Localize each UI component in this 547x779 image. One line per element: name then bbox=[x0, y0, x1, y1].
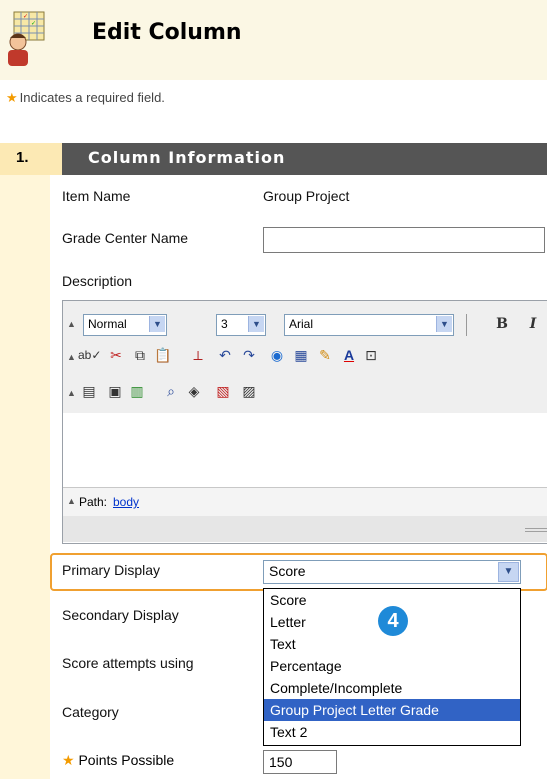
size-select[interactable]: 3 ▼ bbox=[216, 314, 266, 336]
step-callout-badge: 4 bbox=[378, 606, 408, 636]
toolbar-collapse-icon[interactable]: ▲ bbox=[67, 352, 76, 362]
path-label: Path: bbox=[79, 495, 108, 509]
text-color-icon[interactable]: A bbox=[340, 346, 358, 364]
highlight-pen-icon[interactable]: ✎ bbox=[316, 346, 334, 364]
dropdown-option[interactable]: Complete/Incomplete bbox=[264, 677, 520, 699]
gradebook-icon: ✓ ✓ bbox=[8, 11, 45, 66]
points-possible-value: 150 bbox=[269, 754, 293, 770]
equation-icon[interactable]: ▨ bbox=[240, 382, 258, 400]
font-select[interactable]: Arial ▼ bbox=[284, 314, 454, 336]
primary-display-label: Primary Display bbox=[62, 562, 161, 578]
section-number: 1. bbox=[0, 143, 62, 175]
svg-text:✓: ✓ bbox=[23, 14, 28, 20]
insert-image-icon[interactable]: ▣ bbox=[106, 382, 124, 400]
redo-icon[interactable]: ↷ bbox=[240, 346, 258, 364]
required-star-icon: ★ bbox=[62, 752, 75, 768]
size-select-value: 3 bbox=[221, 317, 228, 331]
pdf-icon[interactable]: ▧ bbox=[214, 382, 232, 400]
insert-file-icon[interactable]: ▤ bbox=[80, 382, 98, 400]
item-name-value: Group Project bbox=[263, 188, 350, 204]
font-select-value: Arial bbox=[289, 317, 314, 331]
dropdown-option[interactable]: Text bbox=[264, 633, 520, 655]
toolbar-collapse-icon[interactable]: ▲ bbox=[67, 319, 76, 329]
primary-display-select[interactable]: Score ▼ bbox=[263, 560, 521, 584]
points-possible-label-row: ★ Points Possible bbox=[62, 752, 174, 769]
table-icon[interactable]: ▦ bbox=[292, 346, 310, 364]
toolbar-divider bbox=[466, 314, 467, 336]
editor-path-bar: ▲ Path: body bbox=[63, 487, 547, 517]
section-title: Column Information bbox=[88, 148, 286, 167]
grade-center-name-label: Grade Center Name bbox=[62, 230, 189, 246]
insert-media-icon[interactable]: ▥ bbox=[128, 382, 146, 400]
section-number-label: 1. bbox=[16, 149, 29, 166]
points-possible-label: Points Possible bbox=[78, 752, 175, 768]
item-name-label: Item Name bbox=[62, 188, 131, 204]
score-attempts-label: Score attempts using bbox=[62, 655, 194, 671]
copy-icon[interactable]: ⧉ bbox=[131, 346, 149, 364]
dropdown-option-selected[interactable]: Group Project Letter Grade bbox=[264, 699, 520, 721]
chevron-down-icon: ▼ bbox=[149, 316, 165, 332]
section-header: Column Information bbox=[62, 143, 547, 175]
format-select-value: Normal bbox=[88, 317, 127, 331]
chevron-down-icon: ▼ bbox=[248, 316, 264, 332]
cut-icon[interactable]: ✂ bbox=[107, 346, 125, 364]
svg-text:✓: ✓ bbox=[31, 21, 36, 27]
page-title: Edit Column bbox=[92, 20, 242, 45]
page-header bbox=[0, 0, 547, 80]
preview-icon[interactable]: ⌕ bbox=[162, 382, 180, 400]
description-label: Description bbox=[62, 273, 133, 289]
required-note: ★ Indicates a required field. bbox=[6, 90, 165, 106]
points-possible-input[interactable]: 150 bbox=[263, 750, 337, 774]
path-link[interactable]: body bbox=[113, 495, 139, 509]
required-star-icon: ★ bbox=[6, 90, 18, 105]
editor-resize-bar[interactable] bbox=[63, 516, 547, 542]
chevron-down-icon: ▼ bbox=[436, 316, 452, 332]
section-gutter bbox=[0, 175, 50, 779]
mashup-icon[interactable]: ◈ bbox=[185, 382, 203, 400]
chevron-down-icon[interactable]: ▼ bbox=[498, 562, 519, 582]
special-character-icon[interactable]: ⊡ bbox=[362, 346, 380, 364]
grade-center-name-input[interactable] bbox=[263, 227, 545, 253]
bold-button[interactable]: B bbox=[493, 315, 511, 333]
paste-icon[interactable]: 📋 bbox=[154, 346, 172, 364]
undo-icon[interactable]: ↶ bbox=[216, 346, 234, 364]
link-globe-icon[interactable]: ◉ bbox=[268, 346, 286, 364]
italic-button[interactable]: I bbox=[524, 315, 542, 333]
secondary-display-label: Secondary Display bbox=[62, 607, 179, 623]
dropdown-option[interactable]: Text 2 bbox=[264, 721, 520, 743]
category-label: Category bbox=[62, 704, 119, 720]
dropdown-option[interactable]: Percentage bbox=[264, 655, 520, 677]
format-select[interactable]: Normal ▼ bbox=[83, 314, 167, 336]
remove-link-icon[interactable]: ⟂ bbox=[189, 346, 207, 364]
required-note-text: Indicates a required field. bbox=[19, 90, 165, 105]
primary-display-value: Score bbox=[269, 563, 306, 579]
toolbar-collapse-icon[interactable]: ▲ bbox=[67, 388, 76, 398]
path-collapse-icon[interactable]: ▲ bbox=[67, 496, 76, 506]
spellcheck-icon[interactable]: ab✓ bbox=[78, 346, 101, 364]
